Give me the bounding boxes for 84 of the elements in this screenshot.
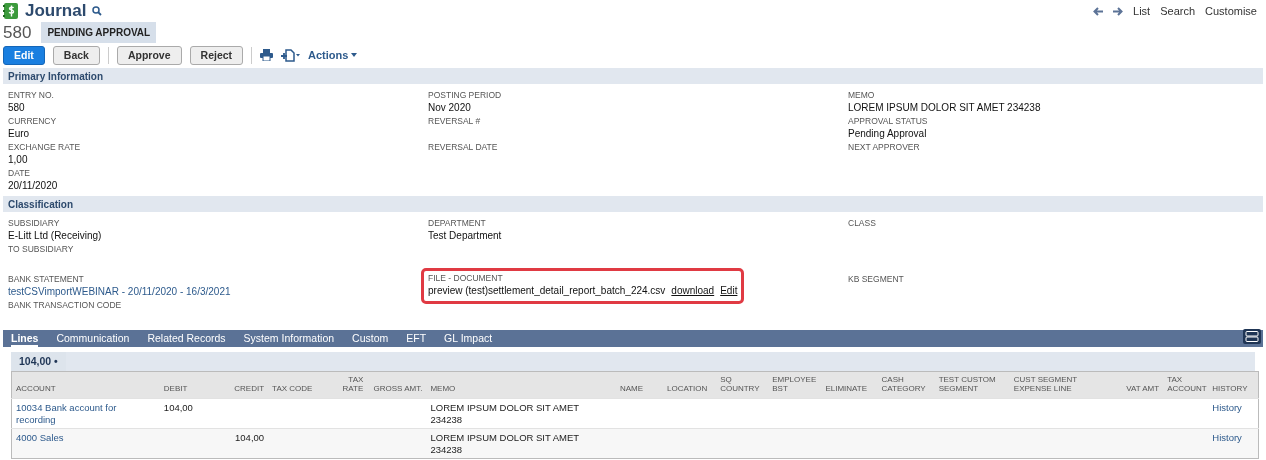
new-document-icon[interactable] xyxy=(281,48,301,62)
tab[interactable]: EFT xyxy=(406,330,427,347)
table-link[interactable]: History xyxy=(1212,402,1254,414)
nav-link[interactable]: Customise xyxy=(1205,5,1257,17)
column-header: CASH CATEGORY xyxy=(877,371,935,399)
table-cell-text: LOREM IPSUM DOLOR SIT AMET 234238 xyxy=(430,402,580,426)
tab[interactable]: Related Records xyxy=(147,330,226,347)
column-header: GROSS AMT. xyxy=(367,371,427,399)
column-header: EMPLOYEE BST xyxy=(768,371,822,399)
file-link[interactable]: download xyxy=(671,284,715,297)
field-value: E-Litt Ltd (Receiving) xyxy=(8,229,103,242)
toolbar-button[interactable]: Back xyxy=(52,45,100,65)
field-value: 20/11/2020 xyxy=(8,179,59,192)
column-header: ACCOUNT xyxy=(11,371,160,399)
field-value: 1,00 xyxy=(8,153,29,166)
table-cell-text: 104,00 xyxy=(234,432,265,444)
file-link[interactable]: Edit xyxy=(720,284,738,297)
field-label: REVERSAL DATE xyxy=(428,142,499,153)
field-label: BANK STATEMENT xyxy=(8,274,85,285)
column-header: CUST SEGMENT EXPENSE LINE xyxy=(1009,371,1116,399)
field-value: 580 xyxy=(8,101,26,114)
search-icon[interactable] xyxy=(92,6,103,16)
column-header: ELIMINATE xyxy=(821,371,878,399)
field-label: CLASS xyxy=(848,218,877,229)
tab[interactable]: Lines xyxy=(11,330,39,347)
layout-toggle-icon[interactable] xyxy=(1243,329,1261,344)
column-header: MEMO xyxy=(426,371,616,399)
table-cell-text: 104,00 xyxy=(163,402,194,414)
column-header: LOCATION xyxy=(663,371,717,399)
column-header: DEBIT xyxy=(159,371,226,399)
field-value: LOREM IPSUM DOLOR SIT AMET 234238 xyxy=(848,101,1042,114)
tab[interactable]: Communication xyxy=(56,330,130,347)
field-label: BANK TRANSACTION CODE xyxy=(8,300,123,311)
column-header: VAT AMT xyxy=(1115,371,1164,399)
nav-link[interactable]: Search xyxy=(1160,5,1196,17)
field-value: Test Department xyxy=(428,229,503,242)
actions-menu[interactable]: Actions xyxy=(308,49,358,61)
column-header: TEST CUSTOM SEGMENT xyxy=(934,371,1010,399)
toolbar-button[interactable]: Approve xyxy=(116,45,182,65)
column-header: HISTORY xyxy=(1208,371,1259,399)
column-header: TAX RATE xyxy=(326,371,368,399)
nav-link[interactable]: List xyxy=(1133,5,1151,17)
field-label: MEMO xyxy=(848,90,876,101)
tab[interactable]: Custom xyxy=(352,330,389,347)
subtab[interactable]: 104,00 • xyxy=(11,352,66,371)
column-header: NAME xyxy=(615,371,663,399)
field-label: DEPARTMENT xyxy=(428,218,487,229)
tab[interactable]: GL Impact xyxy=(444,330,493,347)
table-link[interactable]: 10034 Bank account for recording xyxy=(16,402,156,426)
status-badge: PENDING APPROVAL xyxy=(41,22,157,43)
tab[interactable]: System Information xyxy=(243,330,335,347)
record-number: 580 xyxy=(3,22,32,43)
field-label: EXCHANGE RATE xyxy=(8,142,82,153)
toolbar-button[interactable]: Edit xyxy=(3,45,45,65)
file-name: preview (test)settlement_detail_report_batch_224.csv xyxy=(428,284,666,297)
field-label: REVERSAL # xyxy=(428,116,482,127)
ledger-icon xyxy=(3,2,19,20)
table-cell-text: LOREM IPSUM DOLOR SIT AMET 234238 xyxy=(430,432,580,456)
caret-icon xyxy=(351,53,358,57)
column-header: SQ COUNTRY xyxy=(716,371,769,399)
field-label: APPROVAL STATUS xyxy=(848,116,929,127)
forward-arrow-icon[interactable] xyxy=(1113,6,1124,16)
field-label: CURRENCY xyxy=(8,116,58,127)
field-value: Pending Approval xyxy=(848,127,928,140)
field-label: FILE - DOCUMENT xyxy=(428,273,504,284)
page-title: Journal xyxy=(25,1,87,21)
field-link[interactable]: testCSVimportWEBINAR - 20/11/2020 - 16/3/2021 xyxy=(8,285,428,298)
field-label: TO SUBSIDIARY xyxy=(8,244,75,255)
field-label: ENTRY NO. xyxy=(8,90,55,101)
section-header[interactable]: Primary Information xyxy=(3,68,1263,84)
section-header[interactable]: Classification xyxy=(3,196,1263,212)
column-header: TAX ACCOUNT xyxy=(1163,371,1209,399)
toolbar-button[interactable]: Reject xyxy=(189,45,244,65)
field-label: NEXT APPROVER xyxy=(848,142,921,153)
column-header: TAX CODE xyxy=(268,371,327,399)
field-label: KB SEGMENT xyxy=(848,274,905,285)
column-header: CREDIT xyxy=(226,371,269,399)
field-label: SUBSIDIARY xyxy=(8,218,61,229)
field-label: POSTING PERIOD xyxy=(428,90,503,101)
back-arrow-icon[interactable] xyxy=(1093,6,1104,16)
field-value: Euro xyxy=(8,127,31,140)
field-label: DATE xyxy=(8,168,32,179)
print-icon[interactable] xyxy=(260,49,274,61)
field-value: Nov 2020 xyxy=(428,101,472,114)
